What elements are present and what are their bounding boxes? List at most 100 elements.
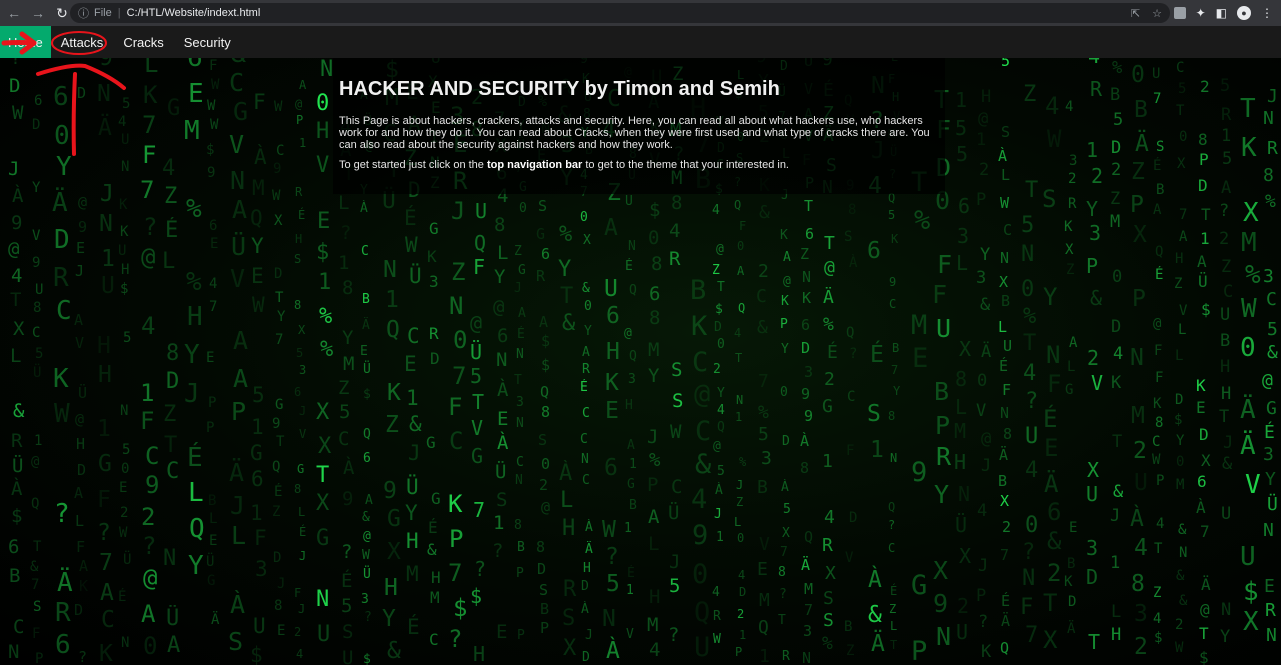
code-rain-glyph: 1 [870, 437, 884, 463]
code-rain-glyph: 7 [473, 498, 485, 522]
code-rain-glyph: Z [163, 402, 176, 427]
code-rain-glyph: T [1199, 624, 1209, 643]
code-rain-glyph: 2 [1111, 160, 1121, 180]
code-rain-glyph: 6 [649, 283, 660, 305]
code-rain-glyph: 5 [470, 364, 482, 388]
code-rain-glyph: É [870, 340, 884, 368]
code-rain-glyph: $ [715, 302, 723, 317]
code-rain-glyph: D [77, 84, 86, 102]
code-rain-glyph: H [562, 516, 575, 541]
code-rain-glyph: 1 [251, 415, 264, 439]
code-rain-glyph: $ [250, 643, 263, 665]
code-rain-glyph: L [209, 511, 217, 527]
nav-cracks[interactable]: Cracks [113, 26, 173, 58]
code-rain-glyph: É [165, 217, 178, 243]
nav-home[interactable]: Home [0, 26, 51, 58]
code-rain-glyph: Q [758, 617, 769, 638]
code-rain-glyph: U [1086, 482, 1098, 506]
code-rain-glyph: K [79, 577, 88, 595]
code-rain-glyph: É [1155, 266, 1163, 283]
code-rain-glyph: Ü [668, 501, 679, 524]
code-rain-glyph: J [714, 507, 722, 522]
puzzle-extensions-icon[interactable]: ✦ [1196, 6, 1206, 20]
code-rain-glyph: 1 [318, 270, 331, 295]
code-rain-glyph: 7 [209, 299, 217, 315]
code-rain-glyph: M [911, 310, 927, 341]
code-rain-glyph: A [604, 215, 618, 241]
code-rain-glyph: E [188, 79, 204, 109]
code-rain-glyph: À [849, 254, 858, 271]
code-rain-glyph: ? [143, 213, 157, 241]
code-rain-glyph: S [867, 401, 881, 427]
code-rain-glyph: 4 [649, 639, 660, 661]
code-rain-glyph: G [233, 97, 248, 126]
code-rain-glyph: W [1241, 294, 1257, 324]
code-rain-glyph: B [517, 540, 525, 555]
code-rain-glyph: % [739, 455, 747, 469]
code-rain-glyph: 9 [272, 416, 280, 432]
code-rain-glyph: Ü [206, 552, 214, 570]
code-rain-glyph: H [98, 362, 112, 388]
code-rain-glyph: 3 [299, 363, 306, 377]
code-rain-glyph: R [563, 577, 577, 602]
code-rain-glyph: M [1110, 212, 1120, 232]
code-rain-glyph: E [210, 236, 218, 252]
code-rain-glyph: C [1152, 434, 1160, 450]
code-rain-glyph: B [1134, 97, 1148, 123]
code-rain-glyph: 7 [891, 363, 898, 377]
code-rain-glyph: @ [75, 410, 84, 428]
profile-avatar-icon[interactable]: ● [1237, 6, 1251, 20]
code-rain-glyph: E [1069, 520, 1077, 536]
code-rain-glyph: Q [629, 349, 637, 364]
code-rain-glyph: T [1025, 178, 1038, 203]
code-rain-glyph: A [299, 78, 307, 92]
code-rain-glyph: $ [453, 594, 467, 622]
info-icon[interactable]: ⓘ [78, 5, 92, 21]
code-rain-glyph: J [1267, 86, 1278, 107]
code-rain-glyph: 6 [497, 325, 508, 347]
code-rain-glyph: ? [779, 587, 787, 602]
code-rain-glyph: N [121, 159, 129, 175]
code-rain-glyph: A [539, 313, 548, 331]
code-rain-glyph: W [272, 188, 281, 204]
code-rain-glyph: N [97, 81, 111, 107]
code-rain-glyph: D [582, 650, 590, 665]
code-rain-glyph: N [1221, 600, 1231, 620]
code-rain-glyph: D [166, 369, 179, 394]
side-panel-icon[interactable]: ◧ [1216, 6, 1227, 20]
code-rain-glyph: T [1154, 541, 1163, 557]
code-rain-glyph: 2 [1002, 518, 1011, 536]
browser-toolbar: ← → ↻ ⓘ File | C:/HTL/Website/indext.htm… [0, 0, 1281, 26]
code-rain-glyph: 8 [848, 202, 856, 218]
code-rain-glyph: 3 [429, 272, 439, 291]
menu-kebab-icon[interactable]: ⋮ [1261, 6, 1273, 20]
code-rain-glyph: P [976, 586, 986, 606]
code-rain-glyph: A [518, 306, 526, 321]
code-rain-glyph: L [144, 58, 158, 78]
extension-icon[interactable] [1173, 7, 1186, 19]
nav-security[interactable]: Security [174, 26, 241, 58]
code-rain-glyph: @ [981, 429, 991, 449]
code-rain-glyph: G [429, 219, 439, 238]
code-rain-glyph: L [1111, 602, 1121, 622]
code-rain-glyph: D [714, 320, 722, 335]
code-rain-glyph: 3 [516, 395, 524, 410]
share-icon[interactable]: ⇱ [1131, 7, 1140, 20]
code-rain-glyph: E [76, 239, 85, 257]
code-rain-glyph: X [563, 636, 577, 661]
code-rain-glyph: 5 [606, 571, 620, 597]
address-bar[interactable]: ⓘ File | C:/HTL/Website/indext.html ⇱ ☆ [70, 3, 1170, 23]
reload-icon[interactable]: ↻ [52, 3, 72, 23]
code-rain-glyph: L [1178, 322, 1186, 338]
code-rain-glyph: Ä [999, 445, 1008, 464]
bookmark-star-icon[interactable]: ☆ [1152, 7, 1162, 20]
code-rain-glyph: 6 [1197, 472, 1207, 491]
nav-attacks[interactable]: Attacks [51, 26, 114, 58]
back-icon[interactable]: ← [4, 3, 24, 23]
forward-icon[interactable]: → [28, 3, 48, 23]
code-rain-glyph: $ [363, 652, 371, 665]
code-rain-glyph: H [76, 435, 85, 453]
code-rain-glyph: 0 [584, 299, 592, 314]
code-rain-glyph: 5 [1178, 81, 1186, 97]
code-rain-glyph: C [888, 541, 895, 555]
